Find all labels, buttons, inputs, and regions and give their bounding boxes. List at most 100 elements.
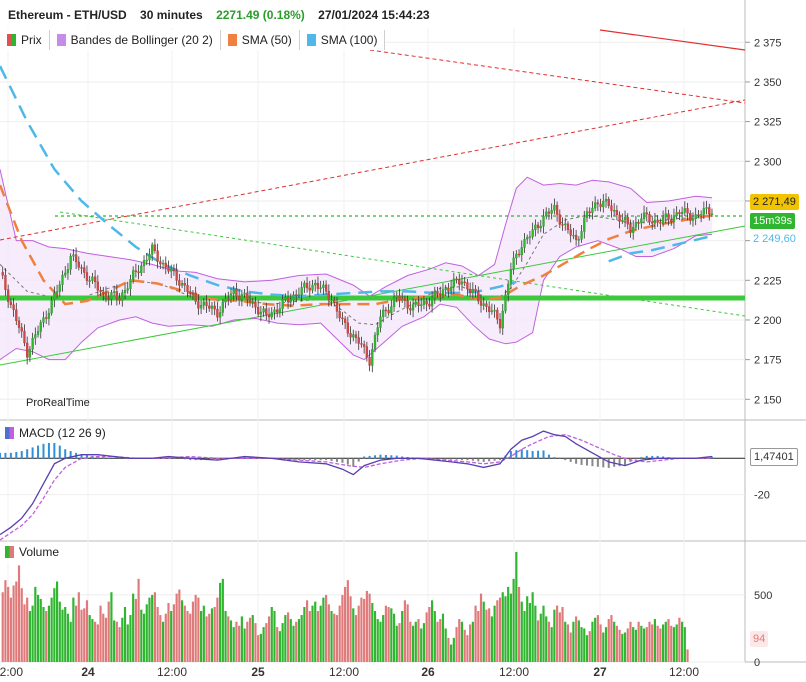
- price-tick-label: 2 300: [754, 156, 782, 168]
- volume-bar: [221, 578, 224, 662]
- candle-body: [7, 289, 10, 302]
- macd-histogram-bar: [624, 458, 627, 466]
- candle-body: [191, 292, 195, 295]
- time-tick-label: 12:00: [0, 665, 23, 679]
- volume-bar: [594, 617, 597, 662]
- candle-body: [36, 331, 40, 335]
- legend-price[interactable]: Prix: [0, 30, 50, 50]
- volume-bar: [238, 625, 241, 662]
- legend-sma50[interactable]: SMA (50): [220, 30, 300, 50]
- candle-body: [42, 317, 45, 323]
- volume-bar: [267, 616, 271, 662]
- candle-body: [262, 308, 265, 313]
- volume-bar: [69, 621, 72, 662]
- macd-histogram-bar: [471, 458, 474, 461]
- volume-bar: [515, 552, 518, 662]
- candle-body: [167, 267, 170, 272]
- candle-body: [474, 288, 477, 292]
- volume-swatch-icon: [5, 546, 14, 558]
- candle-body: [534, 224, 537, 230]
- macd-histogram-bar: [0, 452, 1, 459]
- candle-body: [83, 267, 86, 273]
- volume-bar: [534, 605, 537, 662]
- candle-body: [80, 267, 83, 269]
- volume-bar: [667, 619, 670, 662]
- volume-bar: [501, 592, 504, 662]
- candle-body: [610, 205, 613, 211]
- volume-bar: [66, 613, 70, 662]
- legend-sma100[interactable]: SMA (100): [299, 30, 386, 50]
- volume-bar: [599, 624, 602, 662]
- volume-bar: [664, 621, 667, 662]
- candle-body: [477, 290, 480, 302]
- volume-bar: [292, 625, 295, 662]
- time-tick-label: 12:00: [157, 665, 187, 679]
- volume-bar: [575, 616, 578, 662]
- candle-body: [417, 301, 420, 307]
- macd-histogram-bar: [330, 458, 333, 462]
- volume-bar: [572, 621, 575, 662]
- volume-bar: [431, 600, 434, 662]
- volume-bar: [121, 617, 124, 662]
- candle-body: [493, 310, 496, 312]
- volume-bar: [15, 581, 18, 662]
- volume-bar: [368, 593, 371, 662]
- macd-panel-label[interactable]: MACD (12 26 9): [0, 423, 111, 443]
- volume-bar: [161, 621, 165, 662]
- volume-bar: [371, 602, 374, 662]
- candle-body: [708, 207, 711, 215]
- candle-body: [148, 254, 151, 261]
- candle-body: [637, 222, 640, 224]
- candle-body: [572, 234, 575, 237]
- volume-bar: [72, 597, 75, 662]
- macd-histogram-bar: [9, 452, 12, 459]
- candle-body: [455, 278, 458, 281]
- candle-body: [20, 327, 23, 332]
- chart-canvas[interactable]: 2 1502 1752 2002 2252 2502 2752 3002 325…: [0, 0, 806, 682]
- volume-bar: [159, 615, 162, 662]
- volume-bar: [623, 632, 627, 662]
- candle-body: [523, 238, 526, 248]
- price-tick-label: 2 175: [754, 355, 782, 367]
- legend-bollinger[interactable]: Bandes de Bollinger (20 2): [49, 30, 221, 50]
- volume-bar: [194, 594, 197, 662]
- macd-histogram-bar: [314, 458, 317, 461]
- volume-bar: [561, 607, 564, 662]
- macd-histogram-bar: [102, 457, 105, 459]
- volume-tick-label: 500: [754, 590, 772, 602]
- candle-body: [197, 301, 200, 309]
- volume-bar: [569, 632, 572, 662]
- candle-body: [273, 309, 276, 313]
- volume-bar: [428, 607, 431, 662]
- macd-histogram-bar: [591, 458, 594, 467]
- volume-bar: [512, 578, 515, 662]
- volume-bar: [118, 627, 121, 662]
- candle-body: [452, 278, 455, 288]
- candle-body: [349, 333, 352, 338]
- chart-header: Ethereum - ETH/USD 30 minutes 2271.49 (0…: [8, 8, 440, 22]
- volume-bar: [83, 608, 86, 662]
- candle-body: [112, 291, 116, 293]
- candle-body: [129, 279, 132, 289]
- candle-body: [580, 231, 583, 240]
- volume-bar: [354, 615, 358, 662]
- macd-histogram-bar: [379, 454, 382, 459]
- volume-bar: [474, 605, 477, 662]
- volume-bar: [58, 601, 61, 662]
- candle-body: [1, 272, 4, 276]
- candle-body: [145, 259, 148, 262]
- candle-body: [53, 292, 56, 301]
- volume-bar: [39, 598, 42, 662]
- candle-body: [550, 210, 553, 214]
- price-tick-label: 2 350: [754, 77, 782, 89]
- macd-histogram-bar: [460, 458, 463, 460]
- candle-body: [528, 236, 532, 238]
- volume-panel-label[interactable]: Volume: [0, 542, 65, 562]
- price-tick-label: 2 150: [754, 394, 782, 406]
- candle-body: [664, 213, 667, 218]
- volume-bar: [401, 611, 404, 662]
- candle-body: [680, 212, 684, 215]
- candle-body: [66, 269, 70, 274]
- candle-body: [17, 320, 21, 328]
- candle-body: [604, 198, 608, 202]
